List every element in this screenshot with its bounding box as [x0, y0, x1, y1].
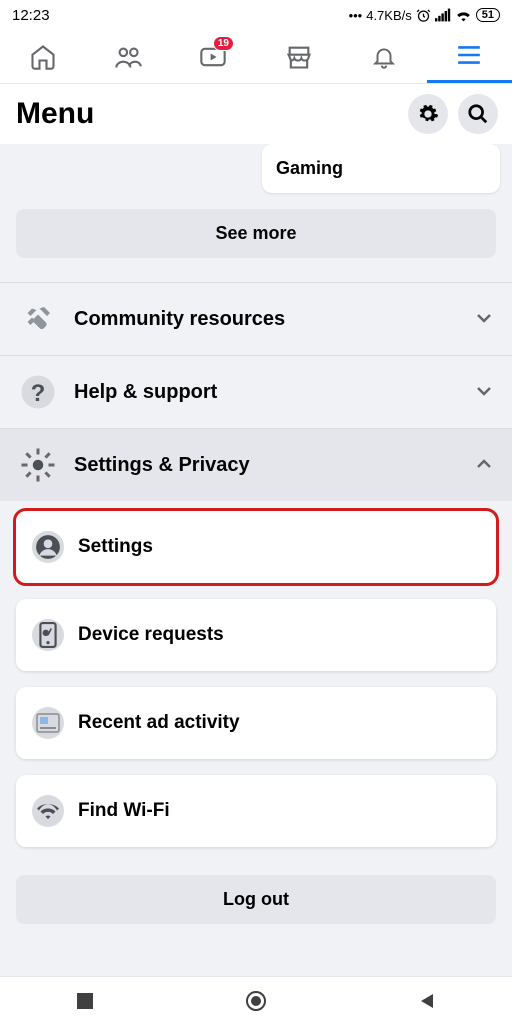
square-icon	[77, 993, 93, 1009]
search-icon	[467, 103, 489, 125]
option-label: Device requests	[78, 624, 224, 646]
market-icon	[285, 43, 313, 71]
signal-icon	[435, 8, 451, 22]
shortcut-gaming[interactable]: Gaming	[262, 144, 500, 193]
triangle-back-icon	[418, 992, 436, 1010]
chevron-down-icon	[474, 310, 494, 328]
circle-icon	[245, 990, 267, 1012]
chevron-down-icon	[474, 383, 494, 401]
section-label: Community resources	[74, 308, 474, 331]
status-time: 12:23	[12, 7, 50, 24]
nav-back[interactable]	[416, 990, 438, 1012]
status-bar: 12:23 ••• 4.7KB/s 51	[0, 0, 512, 30]
hamburger-icon	[456, 44, 482, 66]
status-dots: •••	[349, 8, 363, 23]
see-more-button[interactable]: See more	[16, 209, 496, 258]
wifi-icon	[32, 795, 64, 827]
watch-badge: 19	[213, 36, 234, 51]
section-label: Help & support	[74, 381, 474, 404]
phone-icon	[32, 619, 64, 651]
settings-button[interactable]	[408, 94, 448, 134]
section-settings-privacy[interactable]: Settings & Privacy	[0, 428, 512, 501]
tab-home[interactable]	[0, 30, 85, 83]
profile-icon	[32, 531, 64, 563]
content: Gaming See more Community resources ? He…	[0, 144, 512, 976]
tab-menu[interactable]	[427, 30, 512, 83]
wifi-icon	[455, 8, 472, 22]
gear-icon	[18, 445, 58, 485]
friends-icon	[113, 43, 143, 71]
tab-bar: 19	[0, 30, 512, 84]
nav-home[interactable]	[245, 990, 267, 1012]
shortcut-label: Gaming	[276, 158, 343, 179]
option-label: Recent ad activity	[78, 712, 240, 734]
option-label: Find Wi-Fi	[78, 800, 170, 822]
alarm-icon	[416, 8, 431, 23]
ad-icon	[32, 707, 64, 739]
menu-header: Menu	[0, 84, 512, 144]
option-recent-ad[interactable]: Recent ad activity	[16, 687, 496, 759]
option-device-requests[interactable]: Device requests	[16, 599, 496, 671]
home-icon	[29, 43, 57, 71]
tab-watch[interactable]: 19	[171, 30, 256, 83]
nav-recent[interactable]	[74, 990, 96, 1012]
svg-text:?: ?	[31, 380, 46, 407]
settings-privacy-options: Settings Device requests Recent ad activ…	[0, 501, 512, 867]
section-community[interactable]: Community resources	[0, 282, 512, 355]
option-find-wifi[interactable]: Find Wi-Fi	[16, 775, 496, 847]
tab-friends[interactable]	[85, 30, 170, 83]
chevron-up-icon	[474, 456, 494, 474]
search-button[interactable]	[458, 94, 498, 134]
bell-icon	[371, 43, 397, 71]
tab-notifications[interactable]	[341, 30, 426, 83]
log-out-button[interactable]: Log out	[16, 875, 496, 924]
status-right: ••• 4.7KB/s 51	[349, 8, 500, 23]
gear-icon	[417, 103, 439, 125]
battery-icon: 51	[476, 8, 500, 22]
tab-marketplace[interactable]	[256, 30, 341, 83]
status-net: 4.7KB/s	[366, 8, 412, 23]
handshake-icon	[18, 299, 58, 339]
option-settings[interactable]: Settings	[16, 511, 496, 583]
page-title: Menu	[16, 97, 94, 131]
section-label: Settings & Privacy	[74, 454, 474, 477]
system-nav	[0, 976, 512, 1024]
option-label: Settings	[78, 536, 153, 558]
section-help[interactable]: ? Help & support	[0, 355, 512, 428]
question-icon: ?	[18, 372, 58, 412]
